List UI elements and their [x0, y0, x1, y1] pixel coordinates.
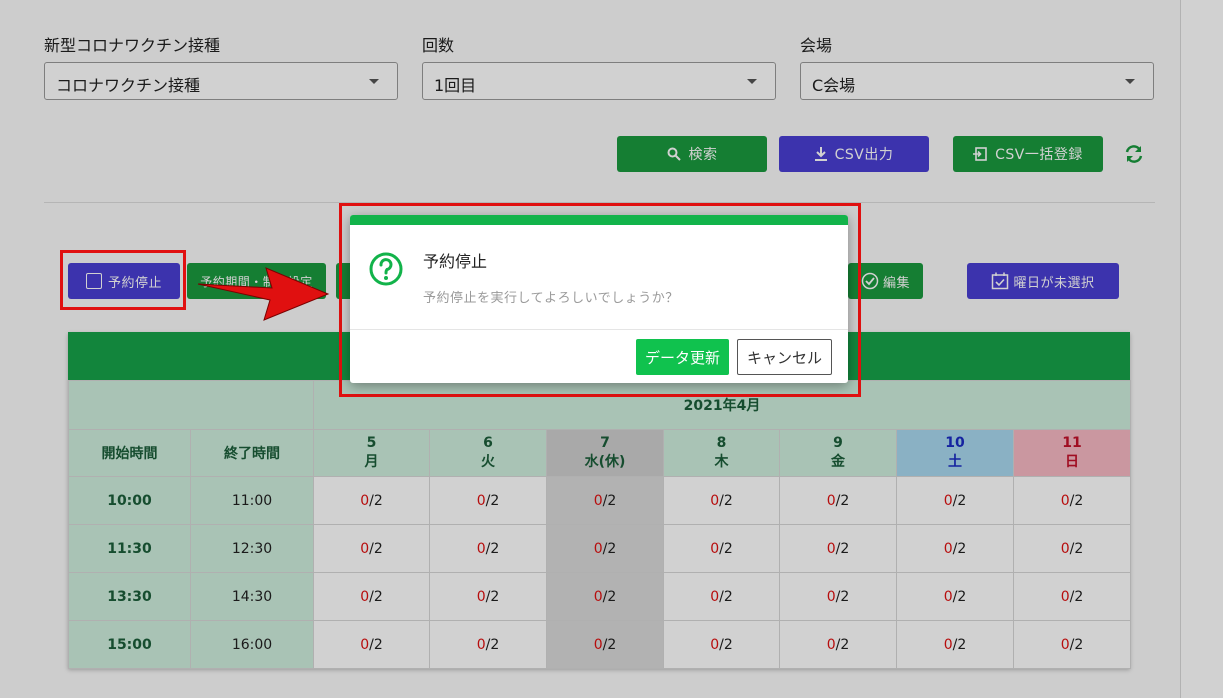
- red-arrow-icon: [197, 267, 330, 321]
- dialog-divider: [350, 329, 848, 330]
- confirm-button[interactable]: データ更新: [636, 339, 729, 375]
- cancel-button[interactable]: キャンセル: [737, 339, 832, 375]
- highlight-box-stop-button: [60, 250, 186, 310]
- question-icon: [369, 252, 403, 286]
- dialog-title: 予約停止: [423, 252, 488, 271]
- confirm-dialog: 予約停止 予約停止を実行してよろしいでしょうか？ データ更新 キャンセル: [350, 215, 848, 383]
- dialog-message: 予約停止を実行してよろしいでしょうか？: [423, 291, 679, 306]
- dialog-top-bar: [350, 215, 848, 225]
